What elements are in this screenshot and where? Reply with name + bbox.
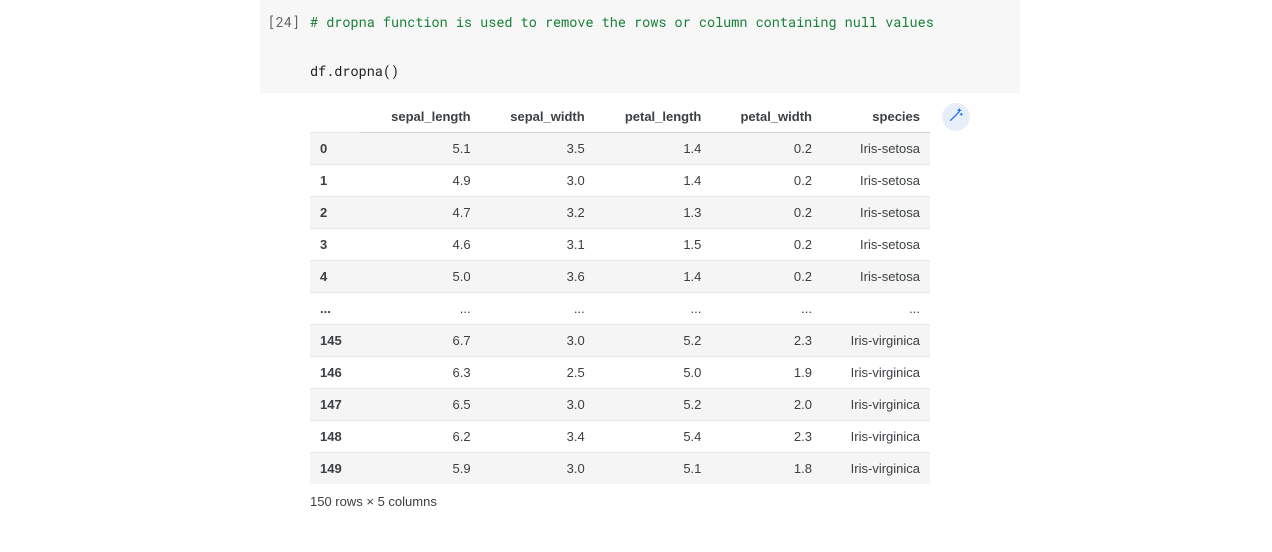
table-cell: 0.2 [711,228,822,260]
suggest-chart-button[interactable] [942,103,970,131]
table-cell: Iris-setosa [822,164,930,196]
code-cell-input[interactable]: [24] # dropna function is used to remove… [260,0,1020,93]
table-cell: ... [822,292,930,324]
table-cell: 4.7 [360,196,480,228]
table-cell: 4.9 [360,164,480,196]
table-cell: Iris-virginica [822,324,930,356]
table-row: 34.63.11.50.2Iris-setosa [310,228,930,260]
table-cell: 6.5 [360,388,480,420]
table-cell: 3.0 [481,388,595,420]
code-content[interactable]: # dropna function is used to remove the … [310,10,1020,83]
table-cell: 6.7 [360,324,480,356]
table-row: 24.73.21.30.2Iris-setosa [310,196,930,228]
table-cell: ... [481,292,595,324]
table-cell: 6.2 [360,420,480,452]
table-cell: Iris-setosa [822,260,930,292]
table-cell: 3.2 [481,196,595,228]
table-cell: 3.1 [481,228,595,260]
magic-wand-icon [948,107,964,126]
table-cell: 0.2 [711,196,822,228]
table-row: 1456.73.05.22.3Iris-virginica [310,324,930,356]
table-cell: 3.0 [481,164,595,196]
row-index: 0 [310,132,360,164]
table-cell: 5.9 [360,452,480,484]
table-cell: 5.0 [595,356,712,388]
table-cell: 5.4 [595,420,712,452]
table-cell: 3.0 [481,324,595,356]
table-cell: Iris-virginica [822,420,930,452]
table-corner [310,101,360,133]
table-row: 14.93.01.40.2Iris-setosa [310,164,930,196]
table-cell: ... [360,292,480,324]
row-index: 147 [310,388,360,420]
row-index: 3 [310,228,360,260]
table-cell: 5.1 [595,452,712,484]
table-cell: Iris-setosa [822,196,930,228]
table-cell: Iris-setosa [822,228,930,260]
table-cell: Iris-setosa [822,132,930,164]
table-cell: 6.3 [360,356,480,388]
row-index: 145 [310,324,360,356]
row-index: 4 [310,260,360,292]
row-index: 148 [310,420,360,452]
table-cell: 1.4 [595,164,712,196]
table-cell: 0.2 [711,260,822,292]
table-cell: 0.2 [711,164,822,196]
row-index: 2 [310,196,360,228]
table-cell: 3.6 [481,260,595,292]
column-header: species [822,101,930,133]
table-cell: 1.4 [595,260,712,292]
table-cell: 5.0 [360,260,480,292]
table-cell: 2.0 [711,388,822,420]
table-cell: 1.3 [595,196,712,228]
table-cell: 2.5 [481,356,595,388]
table-row: 1466.32.55.01.9Iris-virginica [310,356,930,388]
column-header: sepal_length [360,101,480,133]
table-row: 1476.53.05.22.0Iris-virginica [310,388,930,420]
table-row: .................. [310,292,930,324]
execution-count: [24] [260,10,310,83]
table-cell: Iris-virginica [822,452,930,484]
table-cell: 5.2 [595,324,712,356]
table-cell: 1.5 [595,228,712,260]
table-cell: Iris-virginica [822,388,930,420]
table-cell: 5.2 [595,388,712,420]
dataframe-summary: 150 rows × 5 columns [310,494,970,509]
table-header-row: sepal_length sepal_width petal_length pe… [310,101,930,133]
dataframe-table: sepal_length sepal_width petal_length pe… [310,101,930,484]
cell-output: sepal_length sepal_width petal_length pe… [310,101,970,509]
table-row: 1495.93.05.11.8Iris-virginica [310,452,930,484]
table-cell: 2.3 [711,324,822,356]
column-header: sepal_width [481,101,595,133]
table-cell: 1.8 [711,452,822,484]
column-header: petal_width [711,101,822,133]
row-index: 1 [310,164,360,196]
row-index: 149 [310,452,360,484]
table-cell: Iris-virginica [822,356,930,388]
table-cell: 5.1 [360,132,480,164]
table-cell: 1.4 [595,132,712,164]
code-statement: df.dropna() [310,59,1020,83]
table-cell: ... [711,292,822,324]
table-cell: ... [595,292,712,324]
table-cell: 3.0 [481,452,595,484]
table-cell: 3.5 [481,132,595,164]
row-index: 146 [310,356,360,388]
table-row: 05.13.51.40.2Iris-setosa [310,132,930,164]
table-cell: 1.9 [711,356,822,388]
column-header: petal_length [595,101,712,133]
code-comment: # dropna function is used to remove the … [310,10,1020,34]
table-row: 1486.23.45.42.3Iris-virginica [310,420,930,452]
row-index: ... [310,292,360,324]
table-cell: 2.3 [711,420,822,452]
table-row: 45.03.61.40.2Iris-setosa [310,260,930,292]
table-cell: 3.4 [481,420,595,452]
table-cell: 4.6 [360,228,480,260]
table-cell: 0.2 [711,132,822,164]
